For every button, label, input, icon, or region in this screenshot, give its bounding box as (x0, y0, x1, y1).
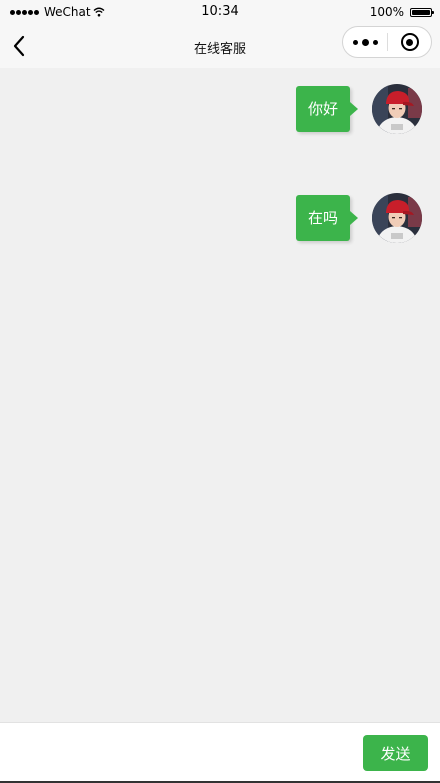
battery-icon (410, 7, 434, 17)
miniprogram-capsule (342, 26, 432, 58)
more-dots-icon (351, 38, 380, 46)
battery-percent: 100% (369, 5, 404, 19)
status-bar: WeChat 10:34 100% (0, 0, 440, 24)
user-avatar[interactable] (372, 84, 422, 134)
target-circle-icon (400, 33, 419, 51)
chat-area[interactable]: 你好 在吗 (0, 68, 440, 722)
avatar-image (372, 84, 422, 134)
message-bubble[interactable]: 在吗 (295, 195, 359, 241)
send-button[interactable]: 发送 (363, 735, 428, 771)
message-input[interactable] (10, 733, 354, 773)
user-avatar[interactable] (372, 193, 422, 243)
battery-fill (412, 9, 430, 15)
avatar-image (372, 193, 422, 243)
input-bar: 发送 (0, 722, 440, 783)
message-row: 你好 (295, 84, 422, 134)
more-button[interactable] (343, 27, 387, 57)
message-bubble[interactable]: 你好 (295, 86, 359, 132)
close-button[interactable] (388, 27, 431, 57)
message-row: 在吗 (295, 193, 422, 243)
status-bar-right: 100% (369, 5, 434, 19)
navigation-bar: 在线客服 (0, 24, 440, 68)
